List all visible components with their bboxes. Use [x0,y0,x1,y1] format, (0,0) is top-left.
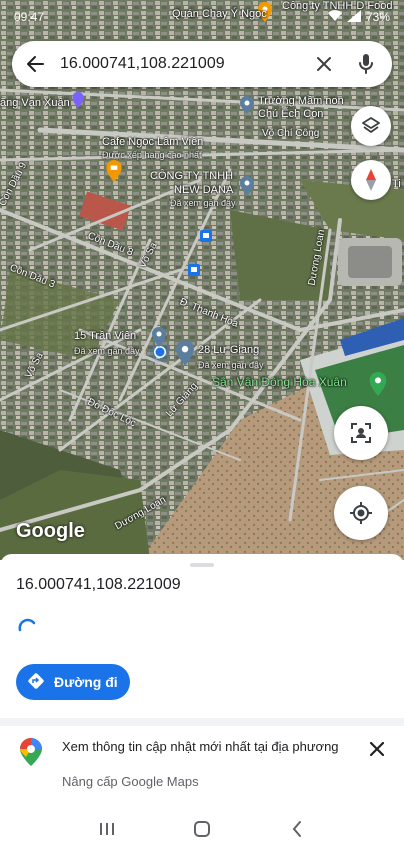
status-bar: 09:47 73% [0,0,404,34]
system-nav-bar [0,804,404,853]
bus-stop-icon[interactable] [200,230,212,242]
place-label-edge: Ti [392,178,401,190]
place-label-stadium[interactable]: Sân Vận Động Hòa Xuân [212,375,347,390]
back-nav-icon[interactable] [277,809,317,849]
status-time: 09:47 [14,10,45,24]
layers-icon[interactable] [351,106,391,146]
home-icon[interactable] [182,809,222,849]
bus-stop-icon[interactable] [188,264,200,276]
place-label-tran-vien-sub: Đã xem gần đây [74,346,140,356]
place-label-cafe-sub: Được xếp hạng cao nhất [102,150,202,160]
wifi-icon [327,9,342,25]
search-query[interactable]: 16.000741,108.221009 [60,55,298,73]
stadium-pin-icon[interactable] [369,372,387,396]
place-label-company-1[interactable]: CÔNG TY TNHH [150,170,233,183]
school-pin-icon[interactable] [240,96,254,114]
place-label-kindergarten-2[interactable]: Chú Ếch Con [258,108,323,121]
place-label-tran-vien[interactable]: 15 Trần Viên [74,330,136,343]
place-label-cafe[interactable]: Cafe Ngọc Lâm Viên [102,136,203,149]
drag-handle[interactable] [190,563,214,567]
directions-label: Đường đi [54,674,118,690]
street-view-icon[interactable] [334,406,388,460]
close-icon[interactable] [308,48,340,80]
place-label-kindergarten-1[interactable]: Trường Mầm non [258,95,344,108]
divider [0,718,404,726]
directions-button[interactable]: Đường đi [16,664,130,700]
selected-pin-icon[interactable] [176,340,194,366]
company-pin-icon[interactable] [240,176,254,196]
place-sheet[interactable]: 16.000741,108.221009 Đường đi [0,554,404,720]
place-label-lu-giang-sub: Đã xem gần đây [198,360,264,370]
road-label-vo-chi-cong: Võ Chí Công [262,128,320,139]
battery-percent: 73% [365,10,390,24]
back-arrow-icon[interactable] [22,51,48,77]
place-pin-icon[interactable] [152,327,166,347]
search-bar[interactable]: 16.000741,108.221009 [12,41,392,87]
place-label-van-xuan[interactable]: ăng Vạn Xuân [0,97,70,110]
google-logo: Google [16,520,85,542]
banner-title: Xem thông tin cập nhật mới nhất tại địa … [62,739,339,754]
shop-pin-icon[interactable] [72,92,84,108]
cafe-pin-icon[interactable] [106,160,122,182]
google-maps-icon [20,738,42,766]
compass-icon[interactable] [351,160,391,200]
banner-subtitle[interactable]: Nâng cấp Google Maps [62,774,199,789]
directions-icon [27,672,45,693]
place-label-company-2[interactable]: NEW DANA [174,184,233,197]
signal-icon [346,9,361,25]
microphone-icon[interactable] [350,48,382,80]
update-banner[interactable]: Xem thông tin cập nhật mới nhất tại địa … [0,726,404,804]
my-location-icon[interactable] [334,486,388,540]
banner-close-icon[interactable] [364,736,390,762]
place-label-lu-giang[interactable]: 28 Lư Giang [198,344,259,357]
sheet-coordinates: 16.000741,108.221009 [16,576,181,593]
loading-spinner-icon [16,616,38,638]
place-label-company-sub: Đã xem gần đây [170,198,236,208]
recent-apps-icon[interactable] [87,809,127,849]
